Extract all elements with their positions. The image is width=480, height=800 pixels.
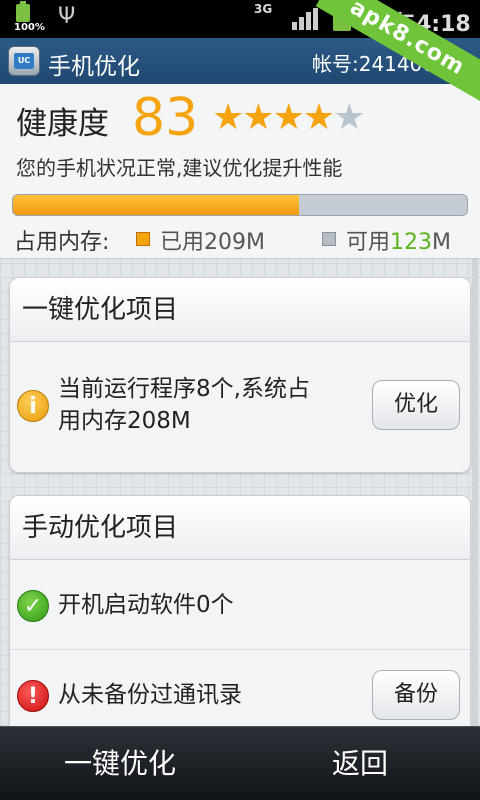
memory-progress-bar [12, 194, 468, 216]
backup-button[interactable]: 备份 [372, 670, 460, 720]
health-description: 您的手机状况正常,建议优化提升性能 [16, 156, 343, 180]
memory-progress-fill [13, 195, 300, 215]
health-label: 健康度 [16, 106, 109, 142]
health-panel: 健康度 83 ★★★★★ 您的手机状况正常,建议优化提升性能 占用内存: 已用2… [0, 84, 480, 258]
optimize-button[interactable]: 优化 [372, 380, 460, 430]
warning-icon: ! [17, 680, 49, 712]
list-item: ✓ 开机启动软件0个 [10, 560, 470, 650]
signal-icon [292, 8, 318, 30]
one-click-optimize-button[interactable]: 一键优化 [0, 727, 240, 800]
list-item: ! 从未备份过通讯录 备份 [10, 650, 470, 726]
scrollbar[interactable] [472, 259, 478, 726]
info-icon: i [17, 390, 49, 422]
one-click-card-title: 一键优化项目 [10, 278, 470, 342]
back-button[interactable]: 返回 [240, 727, 480, 800]
used-legend-swatch [136, 232, 150, 246]
list-item: i 当前运行程序8个,系统占 用内存208M 优化 [10, 342, 470, 472]
small-battery-icon [16, 1, 30, 22]
startup-apps-text: 开机启动软件0个 [58, 592, 234, 618]
contacts-backup-text: 从未备份过通讯录 [58, 682, 242, 708]
optimization-list[interactable]: 一键优化项目 i 当前运行程序8个,系统占 用内存208M 优化 手动优化项目 … [0, 258, 480, 726]
page-title: 手机优化 [48, 54, 140, 80]
bottom-bar: 一键优化 返回 [0, 726, 480, 800]
battery-percent: 100% [14, 22, 45, 33]
network-type: 3G [254, 2, 273, 16]
memory-label: 占用内存: [14, 230, 110, 255]
health-score: 83 [132, 88, 199, 148]
star-icon: ★ [242, 97, 274, 138]
star-icon: ★ [212, 97, 244, 138]
manual-card-title: 手动优化项目 [10, 496, 470, 560]
app-logo-icon: UC [8, 46, 40, 76]
check-icon: ✓ [17, 590, 49, 622]
star-icon: ★ [272, 97, 305, 138]
free-legend-swatch [322, 232, 336, 246]
usb-icon: Ψ [58, 4, 76, 29]
star-rating: ★★★★★ [212, 97, 365, 138]
star-icon: ★ [302, 97, 335, 138]
star-empty-icon: ★ [333, 97, 365, 138]
one-click-card: 一键优化项目 i 当前运行程序8个,系统占 用内存208M 优化 [9, 277, 471, 473]
running-apps-text: 当前运行程序8个,系统占 用内存208M [58, 376, 310, 434]
free-memory: 可用123M [346, 230, 451, 255]
manual-card: 手动优化项目 ✓ 开机启动软件0个 ! 从未备份过通讯录 备份 [9, 495, 471, 726]
used-memory: 已用209M [160, 230, 265, 255]
